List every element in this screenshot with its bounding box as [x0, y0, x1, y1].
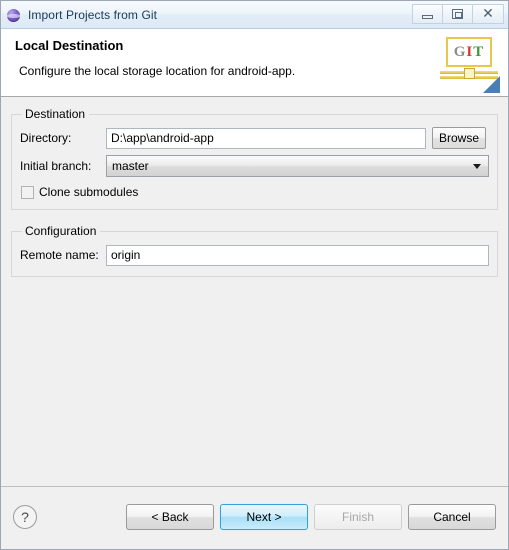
dialog-buttons: < Back Next > Finish Cancel — [126, 504, 496, 530]
window-title: Import Projects from Git — [28, 7, 158, 22]
git-logo-letter-t: T — [473, 43, 485, 60]
directory-label: Directory: — [20, 131, 72, 145]
minimize-button[interactable] — [412, 4, 442, 24]
directory-input[interactable] — [106, 127, 426, 149]
remote-name-input[interactable] — [106, 244, 489, 266]
cursor-triangle-icon — [483, 76, 500, 93]
wizard-header: Local Destination Configure the local st… — [1, 29, 508, 97]
browse-button[interactable]: Browse — [432, 127, 486, 149]
remote-name-row: Remote name: — [20, 244, 489, 266]
initial-branch-value: master — [112, 159, 149, 173]
destination-group: Destination Directory: Browse Initial br… — [11, 107, 498, 210]
back-button[interactable]: < Back — [126, 504, 214, 530]
initial-branch-label: Initial branch: — [20, 159, 92, 173]
chevron-down-icon — [473, 164, 481, 169]
wizard-content: Destination Directory: Browse Initial br… — [1, 97, 508, 486]
git-logo-letter-g: G — [453, 43, 467, 60]
dialog-window: Import Projects from Git ✕ Local Destina… — [0, 0, 509, 550]
maximize-button[interactable] — [442, 4, 472, 24]
clone-submodules-label: Clone submodules — [39, 185, 139, 199]
help-icon[interactable]: ? — [13, 505, 37, 529]
destination-group-legend: Destination — [25, 107, 86, 121]
dialog-button-bar: ? < Back Next > Finish Cancel — [1, 487, 508, 547]
cancel-button[interactable]: Cancel — [408, 504, 496, 530]
git-logo-icon: GIT — [438, 35, 500, 93]
initial-branch-combobox[interactable]: master — [106, 155, 489, 177]
git-import-icon — [6, 7, 22, 23]
window-controls: ✕ — [412, 3, 504, 25]
next-button[interactable]: Next > — [220, 504, 308, 530]
title-bar: Import Projects from Git ✕ — [1, 1, 508, 29]
remote-name-label: Remote name: — [20, 248, 99, 262]
configuration-group-legend: Configuration — [25, 224, 97, 238]
restore-icon — [452, 9, 463, 19]
finish-button: Finish — [314, 504, 402, 530]
close-icon: ✕ — [482, 6, 494, 22]
page-title: Local Destination — [15, 38, 124, 53]
configuration-group: Configuration Remote name: — [11, 224, 498, 277]
initial-branch-row: Initial branch: master — [20, 155, 489, 177]
minimize-icon — [422, 14, 433, 19]
page-description: Configure the local storage location for… — [19, 64, 296, 78]
clone-submodules-checkbox[interactable] — [21, 185, 34, 199]
clone-submodules-row: Clone submodules — [21, 185, 489, 199]
close-button[interactable]: ✕ — [472, 4, 504, 24]
directory-row: Directory: Browse — [20, 127, 489, 149]
